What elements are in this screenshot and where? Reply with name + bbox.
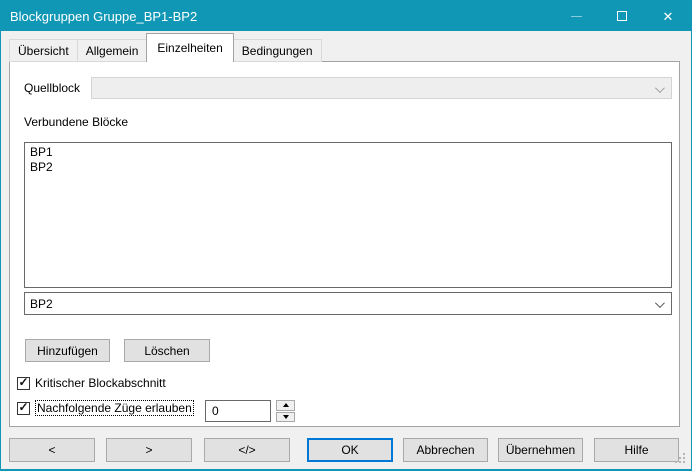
ok-button[interactable]: OK <box>307 438 393 462</box>
kritischer-blockabschnitt-checkbox[interactable]: ✓ <box>17 377 30 390</box>
tab-page-einzelheiten: Quellblock Verbundene Blöcke BP1 BP2 BP2… <box>9 61 680 427</box>
quellblock-label: Quellblock <box>24 77 80 99</box>
tab-uebersicht[interactable]: Übersicht <box>9 39 78 62</box>
chevron-down-icon <box>655 83 665 93</box>
arrow-up-icon <box>283 403 289 407</box>
tab-label: Allgemein <box>86 44 139 58</box>
arrow-down-icon <box>283 415 289 419</box>
uebernehmen-button[interactable]: Übernehmen <box>498 438 583 462</box>
combobox-value: BP2 <box>25 297 53 311</box>
block-combobox[interactable]: BP2 <box>24 292 672 315</box>
dialog-window: Blockgruppen Gruppe_BP1-BP2 ✕ Übersicht … <box>0 0 692 471</box>
quellblock-combobox <box>91 77 672 99</box>
hinzufuegen-button[interactable]: Hinzufügen <box>25 339 110 362</box>
list-item[interactable]: BP1 <box>25 145 671 160</box>
code-view-button[interactable]: </> <box>204 438 290 462</box>
forward-button[interactable]: > <box>106 438 192 462</box>
loeschen-button[interactable]: Löschen <box>124 339 210 362</box>
nachfolgende-zuege-row: ✓ Nachfolgende Züge erlauben <box>17 401 194 415</box>
abbrechen-button[interactable]: Abbrechen <box>403 438 488 462</box>
resize-grip[interactable] <box>675 453 677 455</box>
kritischer-blockabschnitt-label[interactable]: Kritischer Blockabschnitt <box>35 376 166 390</box>
spin-up-button[interactable] <box>276 400 295 411</box>
list-item[interactable]: BP2 <box>25 160 671 175</box>
verbundene-bloecke-label: Verbundene Blöcke <box>24 115 128 130</box>
chevron-down-icon <box>655 298 665 308</box>
close-button[interactable]: ✕ <box>645 1 691 31</box>
hilfe-button[interactable]: Hilfe <box>594 438 679 462</box>
tab-label: Bedingungen <box>242 44 313 58</box>
tab-label: Einzelheiten <box>157 41 222 55</box>
tab-einzelheiten[interactable]: Einzelheiten <box>146 33 233 62</box>
checkmark-icon: ✓ <box>18 377 28 388</box>
zug-anzahl-input[interactable] <box>205 400 271 422</box>
maximize-icon <box>617 11 627 21</box>
nachfolgende-zuege-label[interactable]: Nachfolgende Züge erlauben <box>35 400 194 416</box>
tab-label: Übersicht <box>18 44 69 58</box>
close-icon: ✕ <box>663 10 674 23</box>
back-button[interactable]: < <box>9 438 95 462</box>
tab-bedingungen[interactable]: Bedingungen <box>233 39 322 62</box>
minimize-button <box>553 1 599 31</box>
maximize-button[interactable] <box>599 1 645 31</box>
verbundene-bloecke-listbox[interactable]: BP1 BP2 <box>24 142 672 288</box>
spin-down-button[interactable] <box>276 412 295 423</box>
checkmark-icon: ✓ <box>18 402 28 413</box>
window-title: Blockgruppen Gruppe_BP1-BP2 <box>1 9 197 24</box>
kritischer-blockabschnitt-row: ✓ Kritischer Blockabschnitt <box>17 376 166 390</box>
zug-anzahl-spinner <box>276 400 295 422</box>
tab-bar: Übersicht Allgemein Einzelheiten Bedingu… <box>9 32 321 62</box>
minimize-icon <box>571 16 582 17</box>
nachfolgende-zuege-checkbox[interactable]: ✓ <box>17 402 30 415</box>
tab-allgemein[interactable]: Allgemein <box>77 39 148 62</box>
